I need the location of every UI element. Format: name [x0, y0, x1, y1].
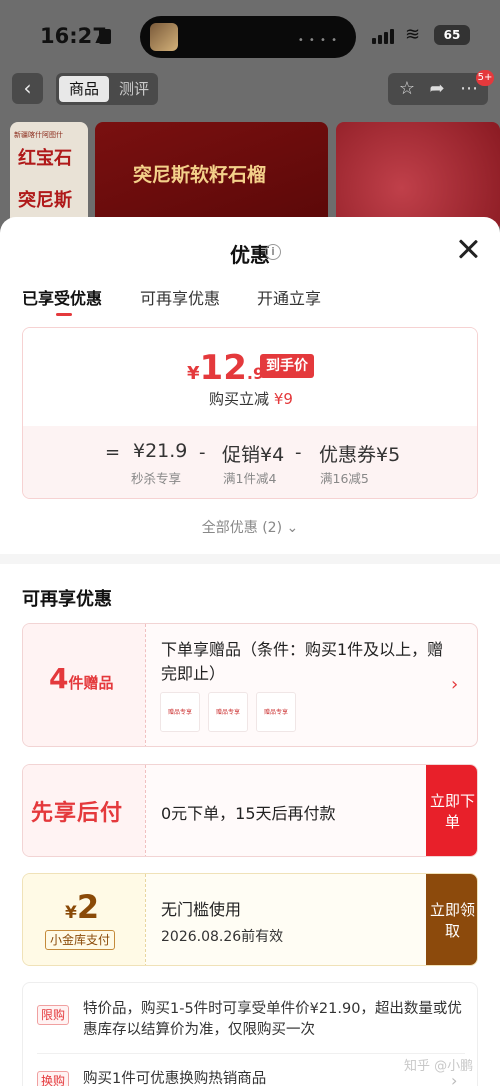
dashed-divider	[145, 765, 146, 856]
gift-count-panel: 4件赠品	[23, 624, 145, 746]
product-nav-bar: ‹ 商品 测评 ☆ ➦ ⋯	[0, 72, 500, 108]
equals-sign: =	[105, 442, 121, 463]
base-price-label: 秒杀专享	[131, 471, 182, 486]
gift-thumbnail[interactable]: 赠品专享	[160, 692, 200, 732]
claim-coupon-button[interactable]: 立即领取	[426, 874, 477, 965]
watermark: 知乎 @小鹏	[404, 1059, 474, 1074]
rule-tag-limit: 限购	[37, 1005, 70, 1025]
waveform-icon: • • • •	[297, 35, 338, 46]
coupon-card: ¥2 小金库支付 无门槛使用 2026.08.26前有效 立即领取	[22, 873, 478, 966]
dashed-divider	[145, 874, 146, 965]
chevron-down-icon: ⌄	[286, 520, 299, 536]
discount-tabs: 已享受优惠 可再享优惠 开通立享	[0, 285, 500, 319]
gift-thumbnail[interactable]: 赠品专享	[256, 692, 296, 732]
thumbnail-title: 突尼斯	[18, 190, 72, 211]
thumbnail-title: 突尼斯软籽石榴	[133, 164, 267, 186]
gift-description: 下单享赠品（条件：购买1件及以上，赠完即止）	[161, 640, 444, 683]
chevron-right-icon: ›	[451, 674, 459, 695]
pay-later-title: 先享后付	[31, 801, 124, 826]
minus-sign: -	[199, 442, 206, 463]
signal-icon	[372, 28, 398, 44]
all-discounts-toggle[interactable]: 全部优惠 (2) ⌄	[0, 517, 500, 537]
coupon-amount-panel: ¥2 小金库支付	[23, 874, 145, 965]
thumbnail-title: 红宝石	[18, 148, 72, 169]
status-bar: 16:27 • • • • ≋ 65	[0, 0, 500, 70]
wifi-icon: ≋	[405, 24, 421, 45]
gift-thumbnail[interactable]: 赠品专享	[208, 692, 248, 732]
thumbnail-caption: 新疆喀什阿图什	[14, 131, 63, 139]
tab-more-discounts[interactable]: 可再享优惠	[140, 285, 220, 309]
instant-discount: 购买立减 ¥9	[209, 390, 293, 408]
product-thumbnail[interactable]: 突尼斯软籽石榴	[95, 122, 328, 232]
now-playing-thumbnail	[150, 23, 178, 51]
active-tab-indicator	[56, 313, 72, 316]
discount-sheet: 优惠 i 已享受优惠 可再享优惠 开通立享 ¥12.9 到手价 购买立减 ¥9 …	[0, 217, 500, 1086]
promo-discount-label: 满1件减4	[223, 471, 277, 486]
coupon-payment-tag: 小金库支付	[45, 930, 116, 950]
coupon-discount: 优惠券¥5	[319, 444, 401, 466]
section-divider	[0, 554, 500, 564]
pay-later-panel: 先享后付	[23, 765, 145, 856]
tab-enjoyed-discounts[interactable]: 已享受优惠	[22, 285, 102, 309]
battery-icon: 65	[434, 25, 470, 45]
final-price-tag: 到手价	[260, 354, 314, 378]
status-time: 16:27	[40, 24, 107, 48]
minus-sign: -	[295, 442, 302, 463]
final-price: ¥12.9	[187, 348, 265, 388]
tab-product[interactable]: 商品	[59, 76, 109, 102]
dynamic-island[interactable]: • • • •	[140, 16, 356, 58]
product-image-carousel: 新疆喀什阿图什 红宝石 突尼斯 突尼斯软籽石榴	[0, 122, 500, 232]
info-icon[interactable]: i	[265, 244, 281, 260]
coupon-expiry: 2026.08.26前有效	[161, 929, 284, 945]
gift-offer-card[interactable]: 4件赠品 下单享赠品（条件：购买1件及以上，赠完即止） 赠品专享 赠品专享 赠品…	[22, 623, 478, 747]
share-icon[interactable]: ➦	[424, 76, 450, 102]
pay-later-card: 先享后付 0元下单，15天后再付款 立即下单	[22, 764, 478, 857]
cart-badge: 5+	[476, 70, 494, 86]
back-button[interactable]: ‹	[12, 73, 43, 104]
tab-activate-discounts[interactable]: 开通立享	[257, 285, 321, 309]
final-price-summary: ¥12.9 到手价 购买立减 ¥9	[23, 328, 477, 426]
pay-later-description: 0元下单，15天后再付款	[161, 804, 336, 823]
rule-divider	[37, 1053, 465, 1054]
promo-discount: 促销¥4	[222, 444, 285, 466]
gift-count: 4件赠品	[49, 662, 114, 695]
dashed-divider	[145, 624, 146, 746]
coupon-discount-label: 满16减5	[320, 471, 369, 486]
rule-text-limit: 特价品，购买1-5件时可享受单件价¥21.90，超出数量或优惠库存以结算价为准，…	[83, 1001, 462, 1038]
tab-review[interactable]: 测评	[112, 76, 156, 102]
star-icon[interactable]: ☆	[394, 76, 420, 102]
product-thumbnail[interactable]	[336, 122, 500, 232]
lock-icon	[99, 29, 111, 44]
coupon-condition: 无门槛使用	[161, 900, 242, 919]
product-thumbnail[interactable]: 新疆喀什阿图什 红宝石 突尼斯	[10, 122, 88, 232]
final-price-card: ¥12.9 到手价 购买立减 ¥9 = ¥21.9 秒杀专享 - 促销¥4 满1…	[22, 327, 478, 499]
sheet-title: 优惠	[230, 243, 270, 267]
price-breakdown: = ¥21.9 秒杀专享 - 促销¥4 满1件减4 - 优惠券¥5 满16减5	[23, 426, 477, 498]
rule-tag-exchange: 换购	[37, 1071, 70, 1086]
base-price: ¥21.9	[133, 440, 188, 462]
section-title: 可再享优惠	[22, 589, 112, 610]
close-icon[interactable]	[456, 237, 480, 261]
segmented-tabs: 商品 测评	[56, 73, 158, 105]
nav-actions: ☆ ➦ ⋯	[388, 73, 488, 105]
order-now-button[interactable]: 立即下单	[426, 765, 477, 856]
coupon-amount: ¥2	[65, 888, 100, 926]
